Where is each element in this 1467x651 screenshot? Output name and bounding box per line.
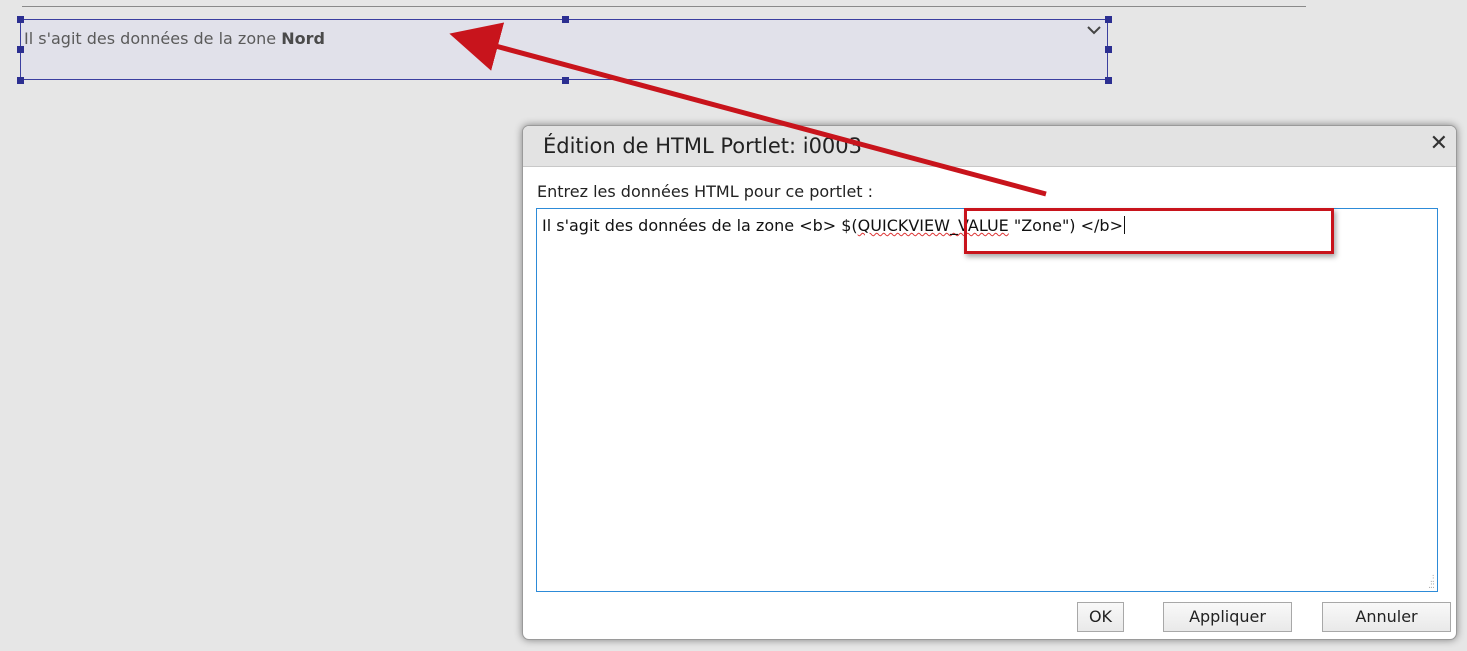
report-canvas: Il s'agit des données de la zone Nord Éd… bbox=[0, 0, 1467, 651]
arrow-line bbox=[449, 22, 1047, 197]
annotation-arrow bbox=[449, 22, 1047, 197]
